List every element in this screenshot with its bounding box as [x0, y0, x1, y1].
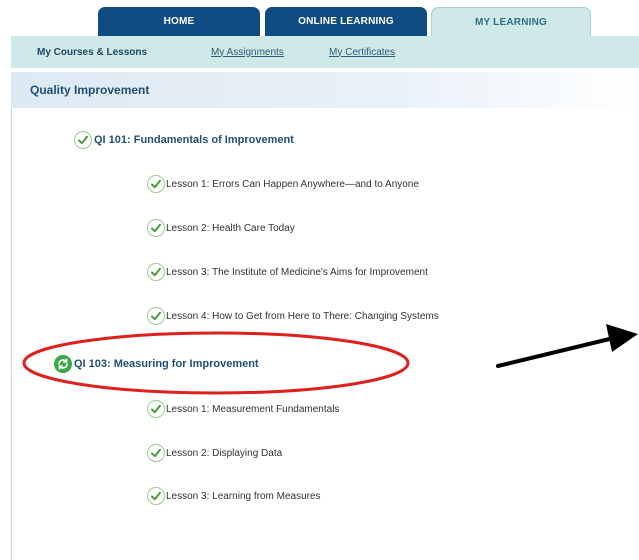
lesson-title[interactable]: Lesson 3: Learning from Measures [166, 491, 321, 502]
in-progress-icon [54, 355, 72, 373]
check-icon [74, 131, 92, 149]
lesson-row[interactable]: Lesson 4: How to Get from Here to There:… [147, 307, 439, 325]
lesson-title[interactable]: Lesson 4: How to Get from Here to There:… [166, 311, 439, 322]
lesson-row[interactable]: Lesson 2: Health Care Today [147, 219, 295, 237]
lesson-row[interactable]: Lesson 1: Errors Can Happen Anywhere—and… [147, 175, 419, 193]
tab-online-learning[interactable]: ONLINE LEARNING [265, 7, 427, 36]
check-icon [147, 263, 165, 281]
check-icon [147, 219, 165, 237]
check-icon [147, 444, 165, 462]
lesson-title[interactable]: Lesson 2: Health Care Today [166, 223, 295, 234]
lesson-title[interactable]: Lesson 1: Errors Can Happen Anywhere—and… [166, 179, 419, 190]
course-row-qi101[interactable]: QI 101: Fundamentals of Improvement [74, 131, 294, 149]
lesson-title[interactable]: Lesson 1: Measurement Fundamentals [166, 404, 339, 415]
lesson-row[interactable]: Lesson 3: The Institute of Medicine's Ai… [147, 263, 428, 281]
tab-my-learning[interactable]: MY LEARNING [431, 7, 591, 37]
course-row-qi103[interactable]: QI 103: Measuring for Improvement [54, 355, 259, 373]
tab-home[interactable]: HOME [98, 7, 260, 36]
lesson-row[interactable]: Lesson 1: Measurement Fundamentals [147, 400, 339, 418]
annotation-arrow-shaft [496, 334, 624, 368]
section-title: Quality Improvement [30, 83, 150, 97]
subnav-my-certificates-link[interactable]: My Certificates [329, 47, 395, 58]
annotation-arrow-head [606, 324, 638, 352]
check-icon [147, 175, 165, 193]
course-title[interactable]: QI 101: Fundamentals of Improvement [94, 134, 294, 146]
sub-navigation: My Courses & Lessons My Assignments My C… [11, 36, 639, 68]
content-left-border [11, 108, 12, 560]
lesson-title[interactable]: Lesson 2: Displaying Data [166, 448, 282, 459]
lesson-row[interactable]: Lesson 3: Learning from Measures [147, 487, 321, 505]
lesson-title[interactable]: Lesson 3: The Institute of Medicine's Ai… [166, 267, 428, 278]
subnav-my-assignments-link[interactable]: My Assignments [211, 47, 284, 58]
check-icon [147, 487, 165, 505]
course-title[interactable]: QI 103: Measuring for Improvement [74, 358, 259, 370]
section-header: Quality Improvement [11, 72, 639, 108]
main-tab-bar: HOME ONLINE LEARNING MY LEARNING [0, 0, 639, 37]
check-icon [147, 400, 165, 418]
check-icon [147, 307, 165, 325]
subnav-my-courses-lessons[interactable]: My Courses & Lessons [37, 47, 147, 58]
lesson-row[interactable]: Lesson 2: Displaying Data [147, 444, 282, 462]
